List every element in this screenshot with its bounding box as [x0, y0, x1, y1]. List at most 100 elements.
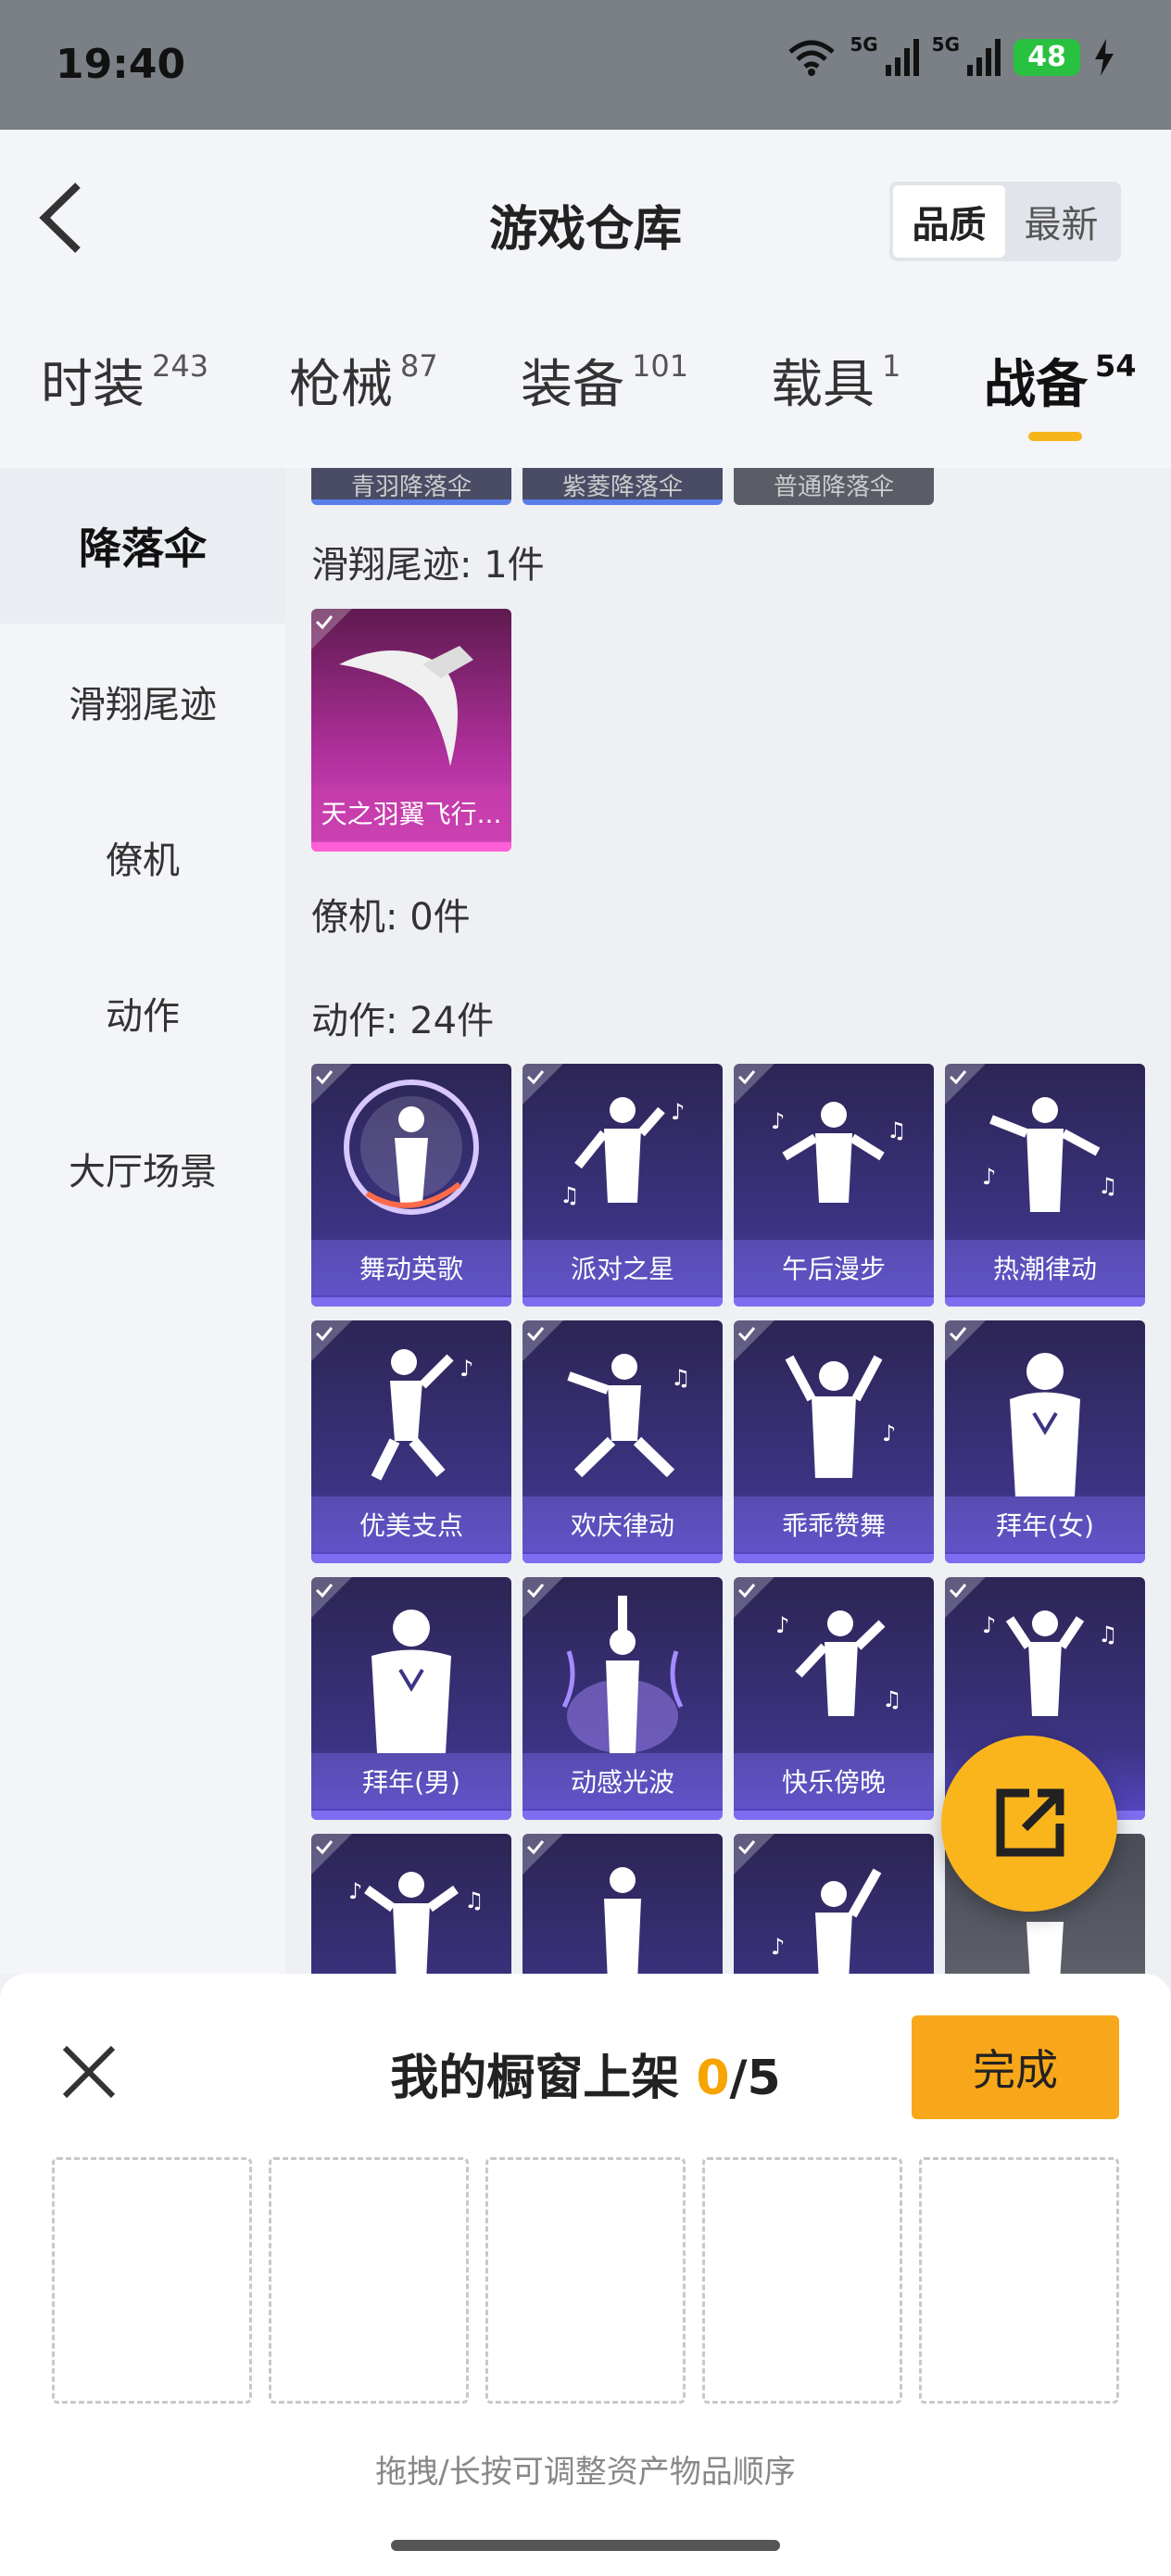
- sort-quality[interactable]: 品质: [893, 185, 1005, 258]
- svg-text:♫: ♫: [464, 1888, 485, 1913]
- emote-label: 快乐傍晚: [734, 1753, 934, 1809]
- dancer-figure-icon: [371, 1610, 451, 1753]
- tab-count: 87: [400, 348, 438, 384]
- emote-item[interactable]: ♪ ♫ 快乐傍晚: [734, 1577, 934, 1820]
- emote-item[interactable]: ♪ ♫ 派对之星: [523, 1064, 723, 1307]
- showcase-sheet: 我的橱窗上架 0/5 完成 拖拽/长按可调整资产物品顺序: [0, 1974, 1171, 2576]
- status-time: 19:40: [56, 41, 186, 88]
- emote-label: 乖乖赞舞: [734, 1496, 934, 1552]
- rarity-bar: [945, 1297, 1145, 1307]
- showcase-slot[interactable]: [52, 2157, 252, 2404]
- emote-item[interactable]: 拜年(女): [945, 1320, 1145, 1563]
- showcase-slot[interactable]: [269, 2157, 469, 2404]
- signal-icon: [885, 39, 919, 76]
- parachute-item[interactable]: 紫菱降落伞: [523, 468, 723, 505]
- emote-item[interactable]: ♫ 欢庆律动: [523, 1320, 723, 1563]
- emote-item[interactable]: ♪ ♫ 午后漫步: [734, 1064, 934, 1307]
- svg-text:♪: ♪: [982, 1612, 996, 1638]
- sidebar-item-parachute[interactable]: 降落伞: [0, 468, 285, 624]
- tab-label: 战备: [984, 355, 1088, 415]
- sheet-title-text: 我的橱窗上架: [390, 2051, 697, 2106]
- tab-count: 101: [632, 348, 689, 384]
- dancer-figure-icon: [1010, 1353, 1080, 1496]
- dancer-figure-icon: ♪: [785, 1355, 896, 1478]
- wifi-icon: [788, 40, 835, 76]
- share-button[interactable]: [941, 1736, 1117, 1912]
- home-indicator[interactable]: [391, 2540, 780, 2551]
- rarity-bar: [734, 1554, 934, 1563]
- sort-newest[interactable]: 最新: [1005, 185, 1117, 258]
- emote-item[interactable]: ♪: [734, 1834, 934, 1974]
- svg-text:♫: ♫: [882, 1686, 902, 1712]
- emote-label: 舞动英歌: [311, 1240, 511, 1295]
- dancer-figure-icon: ♫: [567, 1354, 691, 1478]
- tab-label: 载具: [771, 355, 875, 415]
- battery-indicator: 48: [1014, 39, 1080, 76]
- emote-item[interactable]: ♪ 乖乖赞舞: [734, 1320, 934, 1563]
- emote-item[interactable]: ♪ ♫ 热潮律动: [945, 1064, 1145, 1307]
- tab-label: 装备: [521, 355, 624, 415]
- section-title-wingman: 僚机: 0件: [311, 896, 471, 939]
- sidebar-item-trail[interactable]: 滑翔尾迹: [0, 624, 285, 779]
- emote-item[interactable]: [523, 1834, 723, 1974]
- svg-text:♫: ♫: [887, 1118, 907, 1143]
- tab-active-indicator: [1028, 432, 1082, 441]
- network-label-1: 5G: [850, 33, 878, 56]
- sidebar-item-wingman[interactable]: 僚机: [0, 779, 285, 935]
- sidebar-item-lobby[interactable]: 大厅场景: [0, 1091, 285, 1246]
- svg-text:♫: ♫: [671, 1365, 691, 1391]
- emote-item[interactable]: ♪ ♫: [311, 1834, 511, 1974]
- tab-label: 时装: [41, 355, 145, 415]
- parachute-item[interactable]: 普通降落伞: [734, 468, 934, 505]
- tab-count: 243: [152, 348, 209, 384]
- sidebar-item-emotes[interactable]: 动作: [0, 935, 285, 1091]
- sidebar: 降落伞 滑翔尾迹 僚机 动作 大厅场景: [0, 468, 285, 1974]
- rarity-bar: [311, 1811, 511, 1820]
- svg-text:♪: ♪: [982, 1164, 996, 1190]
- trail-item-label: 天之羽翼飞行...: [311, 785, 511, 840]
- trail-item[interactable]: 天之羽翼飞行...: [311, 609, 511, 852]
- sheet-total: /5: [729, 2051, 781, 2106]
- dancer-figure-icon: ♪♫: [560, 1097, 685, 1208]
- dancer-figure-icon: ♪♫: [982, 1097, 1118, 1212]
- showcase-slot[interactable]: [485, 2157, 686, 2404]
- showcase-slot[interactable]: [919, 2157, 1119, 2404]
- signal-icon-2: [967, 39, 1001, 76]
- emote-item[interactable]: 动感光波: [523, 1577, 723, 1820]
- emote-item[interactable]: 拜年(男): [311, 1577, 511, 1820]
- dancer-figure-icon: ♪♫: [775, 1610, 902, 1716]
- section-title-emotes: 动作: 24件: [311, 1000, 495, 1042]
- tab-equipment[interactable]: 装备 101: [521, 343, 688, 418]
- category-tabs: 时装 243 枪械 87 装备 101 载具 1 战备 54: [0, 343, 1171, 445]
- showcase-slot[interactable]: [702, 2157, 902, 2404]
- sheet-hint: 拖拽/长按可调整资产物品顺序: [375, 2454, 796, 2491]
- sheet-count: 0: [696, 2051, 730, 2106]
- rarity-bar: [523, 1554, 723, 1563]
- rarity-bar: [523, 1297, 723, 1307]
- tab-fashion[interactable]: 时装 243: [41, 343, 208, 418]
- svg-text:♪: ♪: [771, 1108, 785, 1134]
- emote-label: 派对之星: [523, 1240, 723, 1295]
- emote-item[interactable]: ♪ 优美支点: [311, 1320, 511, 1563]
- emote-label: 优美支点: [311, 1496, 511, 1552]
- svg-text:♪: ♪: [771, 1934, 785, 1960]
- rarity-bar: [734, 1297, 934, 1307]
- done-button[interactable]: 完成: [912, 2015, 1119, 2119]
- parachute-item[interactable]: 青羽降落伞: [311, 468, 511, 505]
- svg-text:♫: ♫: [560, 1182, 580, 1208]
- emote-label: 热潮律动: [945, 1240, 1145, 1295]
- tab-guns[interactable]: 枪械 87: [289, 343, 438, 418]
- emote-item[interactable]: 舞动英歌: [311, 1064, 511, 1307]
- rarity-bar: [311, 1554, 511, 1563]
- sort-toggle: 品质 最新: [889, 182, 1121, 261]
- section-title-trail: 滑翔尾迹: 1件: [311, 544, 545, 587]
- tab-count: 54: [1095, 348, 1137, 384]
- tab-count: 1: [882, 348, 901, 384]
- tab-vehicles[interactable]: 载具 1: [771, 343, 900, 418]
- emote-label: 动感光波: [523, 1753, 723, 1809]
- rarity-bar: [523, 1811, 723, 1820]
- dancer-figure-icon: ♪♫: [771, 1102, 907, 1203]
- dancer-figure-icon: [561, 1596, 684, 1753]
- rarity-bar: [945, 1554, 1145, 1563]
- tab-battle-gear[interactable]: 战备 54: [984, 343, 1137, 418]
